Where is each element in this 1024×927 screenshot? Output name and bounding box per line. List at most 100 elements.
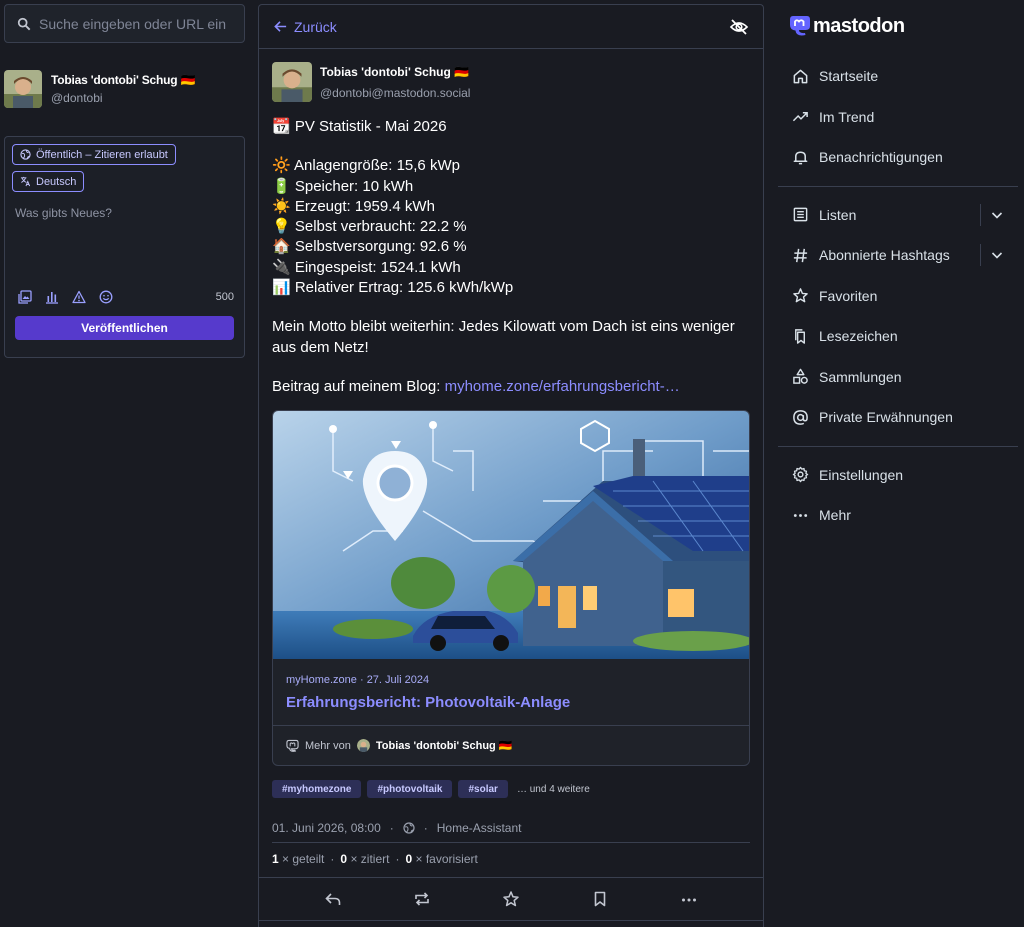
expand-lists[interactable] xyxy=(980,203,1004,226)
nav-item-mentions[interactable]: Private Erwähnungen xyxy=(778,397,1018,438)
content-line: 🔋 Speicher: 10 kWh xyxy=(272,177,414,195)
boosts-count: 1 xyxy=(272,852,279,867)
content-line: 🏠 Selbstversorgung: 92.6 % xyxy=(272,238,467,256)
hashtag[interactable]: #solar xyxy=(458,780,508,799)
globe-icon xyxy=(403,822,415,834)
globe-icon xyxy=(20,149,31,160)
nav-label: Einstellungen xyxy=(819,466,904,483)
status-meta: 01. Juni 2026, 08:00 · · Home-Assistant xyxy=(272,821,750,844)
divider xyxy=(778,445,1018,447)
content-heading: 📆 PV Statistik - Mai 2026 xyxy=(272,117,750,137)
author-avatar[interactable] xyxy=(272,62,312,102)
hashtag[interactable]: #myhomezone xyxy=(272,780,362,799)
quotes-stat[interactable]: 0 × zitiert xyxy=(340,852,389,866)
user-display-name: Tobias 'dontobi' Schug 🇩🇪 xyxy=(51,73,196,87)
nav-item-bookmarks[interactable]: Lesezeichen xyxy=(778,316,1018,357)
status-date[interactable]: 01. Juni 2026, 08:00 xyxy=(272,821,381,835)
eye-off-icon[interactable] xyxy=(729,17,749,37)
current-user[interactable]: Tobias 'dontobi' Schug 🇩🇪 @dontobi xyxy=(4,70,245,108)
nav-item-lists[interactable]: Listen xyxy=(778,195,1018,236)
compose-form: Öffentlich – Zitieren erlaubt Deutsch 50… xyxy=(4,136,245,358)
main-navigation: Startseite Im Trend Benachrichtigungen L… xyxy=(778,56,1018,536)
mastodon-icon xyxy=(286,740,299,753)
search-icon xyxy=(17,17,31,30)
media-icon[interactable] xyxy=(18,290,32,304)
language-button[interactable]: Deutsch xyxy=(12,171,85,192)
content-line: 🔌 Eingespeist: 1524.1 kWh xyxy=(272,258,461,276)
nav-item-hashtags[interactable]: Abonnierte Hashtags xyxy=(778,235,1018,276)
warning-icon[interactable] xyxy=(72,290,86,304)
at-icon xyxy=(793,409,808,425)
chevron-down-icon xyxy=(991,212,1003,219)
nav-label: Benachrichtigungen xyxy=(819,149,943,166)
hashtag[interactable]: #photovoltaik xyxy=(367,780,453,799)
boost-icon[interactable] xyxy=(413,890,431,908)
search-box[interactable] xyxy=(4,4,245,43)
visibility-button[interactable]: Öffentlich – Zitieren erlaubt xyxy=(12,144,176,165)
separator: · xyxy=(423,821,428,836)
avatar[interactable] xyxy=(4,70,42,108)
content-motto: Mein Motto bleibt weiterhin: Jedes Kilow… xyxy=(272,318,735,356)
publish-button[interactable]: Veröffentlichen xyxy=(15,316,234,340)
search-input[interactable] xyxy=(39,15,229,32)
compose-textarea[interactable] xyxy=(12,206,234,286)
back-button[interactable]: Zurück xyxy=(273,19,337,35)
back-label: Zurück xyxy=(294,18,337,35)
author-name: Tobias 'dontobi' Schug 🇩🇪 xyxy=(320,65,470,79)
nav-item-more[interactable]: Mehr xyxy=(778,495,1018,536)
hashtag-bar: #myhomezone #photovoltaik #solar … und 4… xyxy=(272,780,750,799)
nav-label: Abonnierte Hashtags xyxy=(819,247,950,264)
separator: · xyxy=(395,852,400,867)
boosts-stat[interactable]: 1 × geteilt xyxy=(272,852,324,866)
mastodon-logo[interactable]: mastodon xyxy=(778,6,1018,46)
bookmark-icon[interactable] xyxy=(591,890,609,908)
nav-label: Sammlungen xyxy=(819,368,902,385)
content-line: 📆 PV Statistik - Mai 2026 xyxy=(272,118,447,135)
star-icon xyxy=(793,288,808,303)
quotes-label: × zitiert xyxy=(350,852,390,867)
nav-label: Mehr xyxy=(819,507,851,524)
more-from-author[interactable]: Mehr von Tobias 'dontobi' Schug 🇩🇪 xyxy=(273,725,749,765)
content-line: 📊 Relativer Ertrag: 125.6 kWh/kWp xyxy=(272,279,514,297)
compose-toolbar: 500 xyxy=(12,290,234,304)
status-content: 📆 PV Statistik - Mai 2026 🔆 Anlagengröße… xyxy=(272,117,750,397)
blog-prefix: Beitrag auf meinem Blog: xyxy=(272,377,445,395)
status-application: Home-Assistant xyxy=(436,821,522,836)
card-title[interactable]: Erfahrungsbericht: Photovoltaik-Anlage xyxy=(273,686,749,725)
favs-count: 0 xyxy=(405,852,413,867)
content-line: 🔆 Anlagengröße: 15,6 kWp xyxy=(272,157,460,175)
nav-label: Listen xyxy=(819,206,857,223)
status-column: Zurück Tobias 'dontobi' Schug 🇩🇪 @dontob… xyxy=(258,4,764,927)
mini-avatar xyxy=(356,739,370,753)
more-icon xyxy=(793,513,808,517)
bell-icon xyxy=(793,151,808,165)
blog-link[interactable]: myhome.zone/erfahrungsbericht-… xyxy=(445,378,680,395)
link-preview-card[interactable]: myHome.zone · 27. Juli 2024 Erfahrungsbe… xyxy=(272,410,750,767)
divider xyxy=(778,185,1018,187)
favs-label: × favorisiert xyxy=(415,852,478,867)
more-hashtags[interactable]: … und 4 weitere xyxy=(517,784,590,795)
nav-label: Im Trend xyxy=(819,108,875,125)
reply-icon[interactable] xyxy=(324,890,342,908)
nav-item-favourites[interactable]: Favoriten xyxy=(778,276,1018,317)
nav-item-home[interactable]: Startseite xyxy=(778,56,1018,97)
content-blog: Beitrag auf meinem Blog: myhome.zone/erf… xyxy=(272,377,750,397)
nav-item-trending[interactable]: Im Trend xyxy=(778,97,1018,138)
more-icon[interactable] xyxy=(680,890,698,908)
nav-item-settings[interactable]: Einstellungen xyxy=(778,455,1018,496)
poll-icon[interactable] xyxy=(45,290,59,304)
nav-item-notifications[interactable]: Benachrichtigungen xyxy=(778,137,1018,178)
left-column: Tobias 'dontobi' Schug 🇩🇪 @dontobi Öffen… xyxy=(4,4,245,358)
visibility-label: Öffentlich – Zitieren erlaubt xyxy=(36,148,168,161)
expand-hashtags[interactable] xyxy=(980,244,1004,267)
status-author[interactable]: Tobias 'dontobi' Schug 🇩🇪 @dontobi@masto… xyxy=(272,62,750,102)
content-line: 💡 Selbst verbraucht: 22.2 % xyxy=(272,218,467,236)
emoji-icon[interactable] xyxy=(99,290,113,304)
bookmarks-icon xyxy=(795,328,805,344)
star-icon[interactable] xyxy=(502,890,520,908)
navigation-panel: mastodon Startseite Im Trend Benachricht… xyxy=(778,0,1018,536)
nav-item-collections[interactable]: Sammlungen xyxy=(778,357,1018,398)
content-stats: 🔆 Anlagengröße: 15,6 kWp 🔋 Speicher: 10 … xyxy=(272,156,750,298)
nav-label: Private Erwähnungen xyxy=(819,409,953,426)
favs-stat[interactable]: 0 × favorisiert xyxy=(405,852,477,866)
